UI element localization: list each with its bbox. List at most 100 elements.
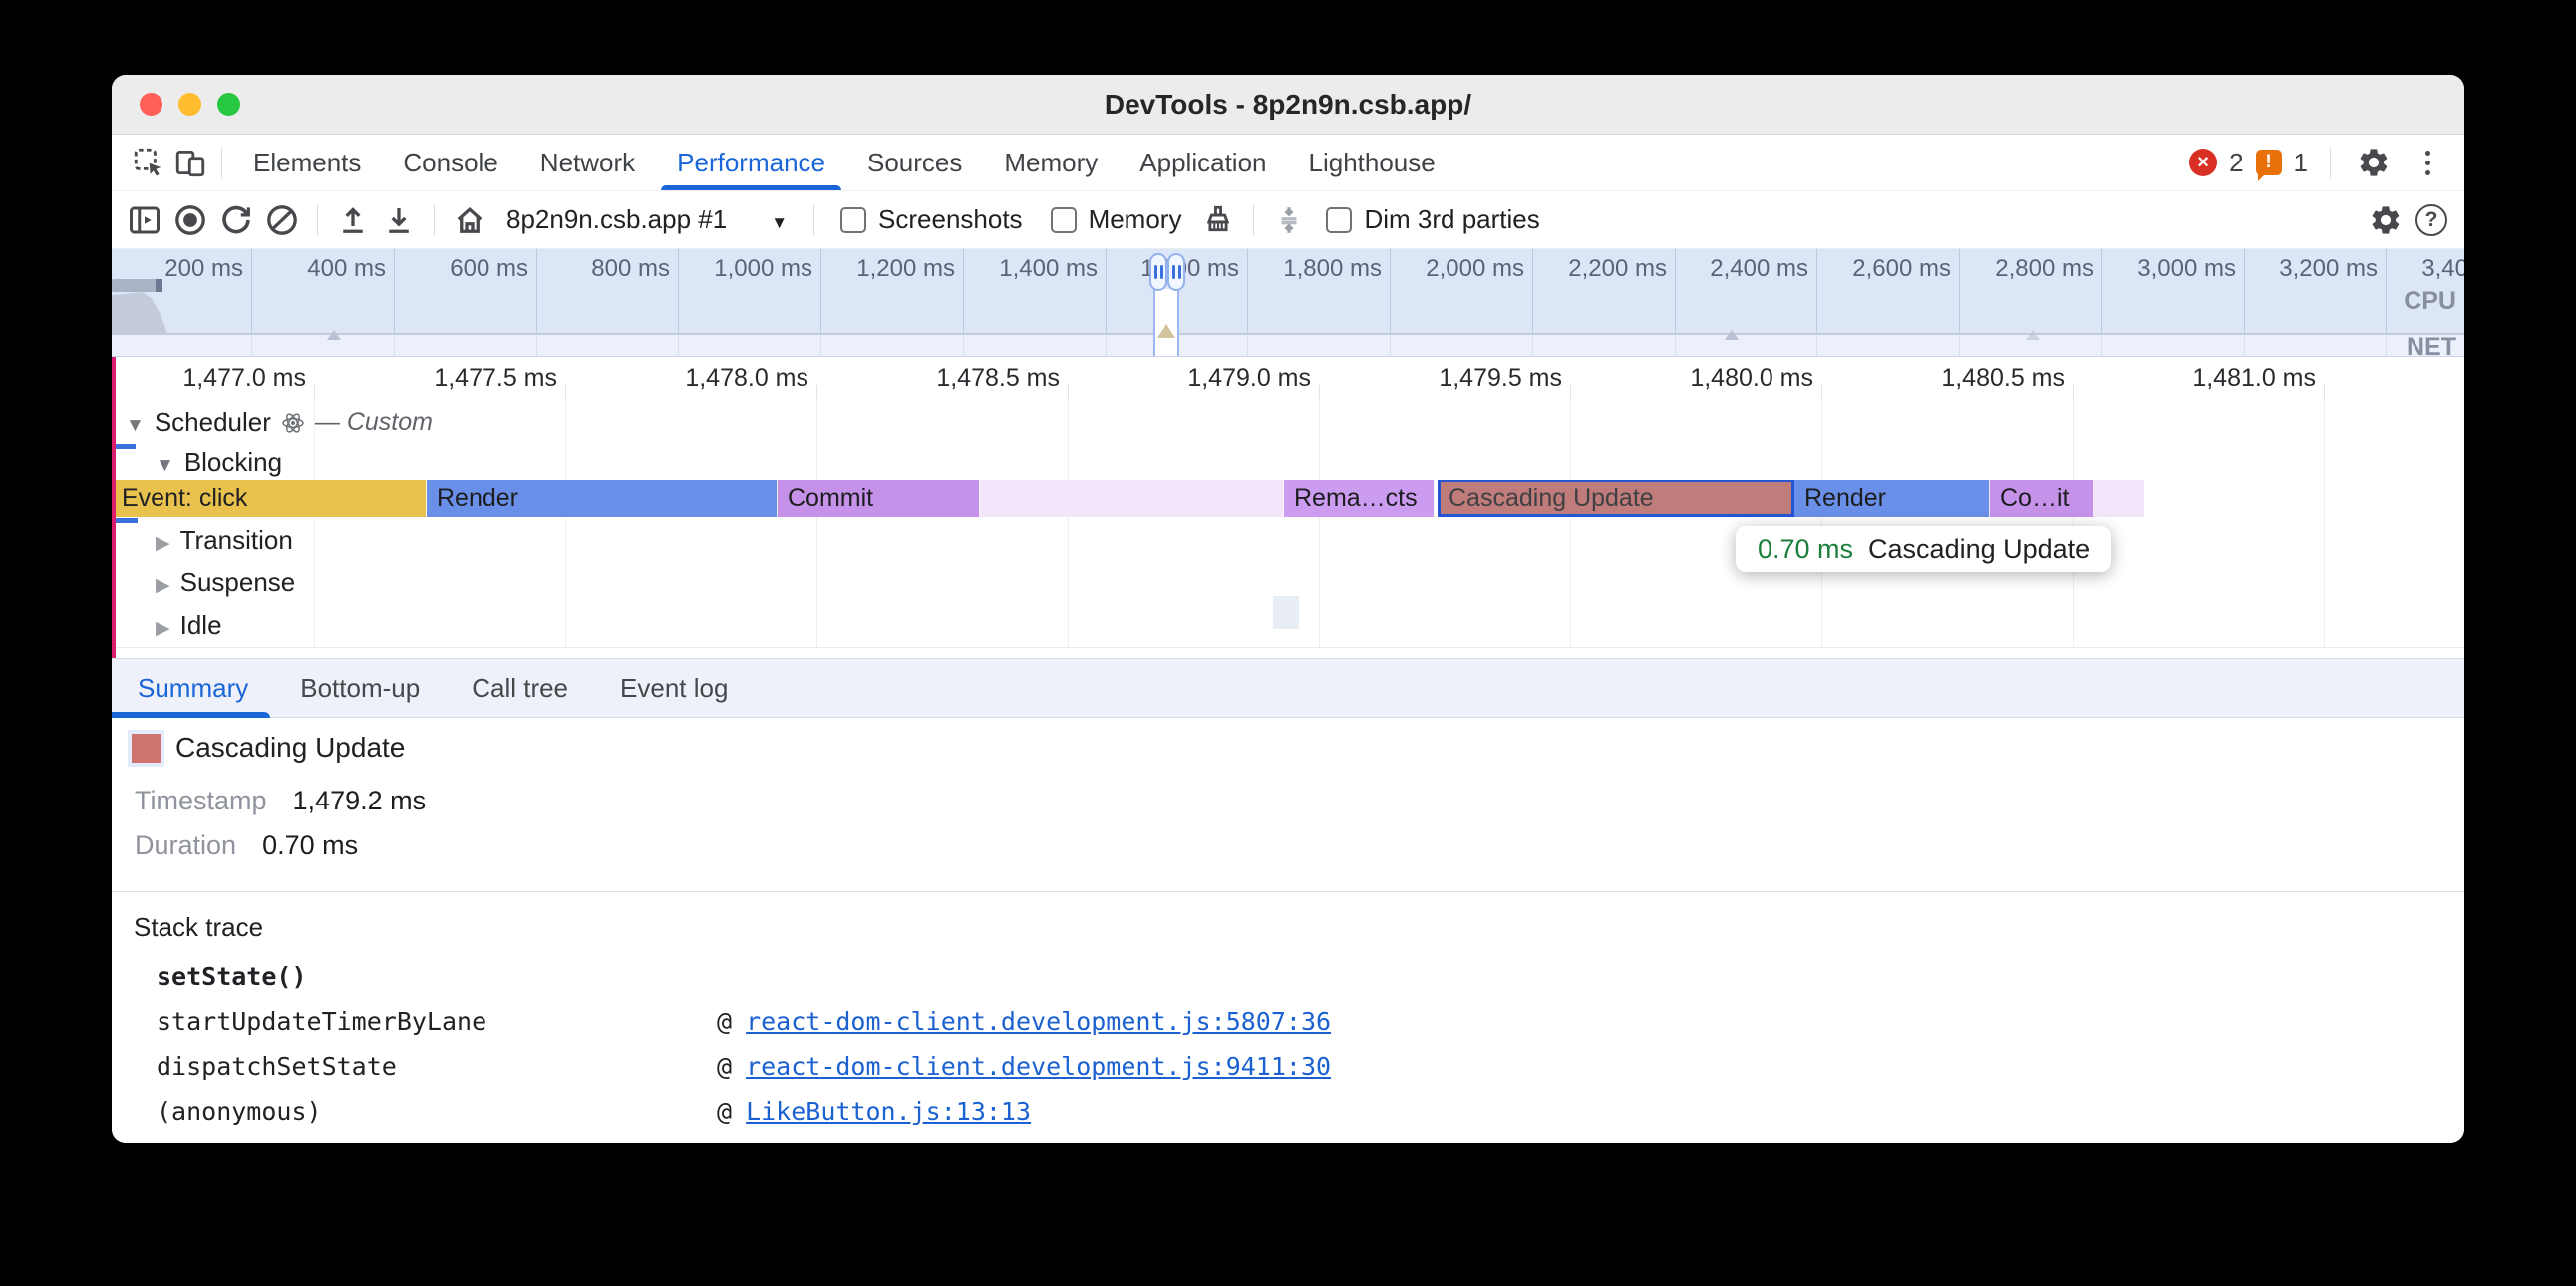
divider: [434, 204, 435, 236]
tabbar-right: × 2 ! 1: [2189, 142, 2448, 183]
memory-option: Memory: [1051, 204, 1182, 235]
flame-bar-render[interactable]: Render: [1794, 480, 1990, 517]
summary-row-value: 1,479.2 ms: [293, 786, 427, 816]
track-gridline: [1068, 399, 1069, 647]
tab-memory[interactable]: Memory: [983, 135, 1119, 190]
flame-chart[interactable]: Scheduler — Custom Blocking Event: click…: [112, 399, 2464, 658]
panel-toggle-icon: [127, 202, 162, 238]
tab-lighthouse[interactable]: Lighthouse: [1288, 135, 1456, 190]
stack-frame-source-link[interactable]: react-dom-client.development.js:9411:30: [746, 1052, 1331, 1081]
screenshots-checkbox[interactable]: [840, 207, 866, 233]
track-scheduler-header[interactable]: Scheduler — Custom: [126, 407, 433, 438]
zoom-button[interactable]: [217, 93, 240, 116]
live-metrics-button[interactable]: [449, 199, 490, 241]
help-button[interactable]: [2411, 199, 2452, 241]
track-group-transition[interactable]: Transition: [156, 525, 293, 556]
stack-frame-source-link[interactable]: react-dom-client.development.js:5807:36: [746, 1007, 1331, 1036]
error-count[interactable]: 2: [2229, 148, 2243, 178]
selection-right-handle[interactable]: [1167, 253, 1185, 291]
chevron-down-icon: [771, 204, 788, 235]
chevron-expanded-icon[interactable]: [156, 447, 174, 478]
panel-tab-call-tree[interactable]: Call tree: [446, 659, 594, 717]
overview-tick-label: 3,400 ms: [2321, 255, 2464, 283]
track-gridline: [1821, 399, 1822, 647]
device-toolbar-icon: [173, 146, 207, 179]
tab-network[interactable]: Network: [519, 135, 656, 190]
error-badge-icon[interactable]: ×: [2189, 149, 2217, 176]
chevron-collapsed-icon[interactable]: [156, 567, 170, 598]
collapse-sections-button[interactable]: [1268, 199, 1310, 241]
inspect-element-button[interactable]: [128, 142, 169, 183]
tab-performance[interactable]: Performance: [656, 135, 846, 190]
ruler-gridline: [1570, 385, 1571, 399]
dim-3rd-parties-checkbox[interactable]: [1326, 207, 1352, 233]
flame-bar-rema-cts[interactable]: Rema…cts: [1284, 480, 1435, 517]
memory-checkbox[interactable]: [1051, 207, 1077, 233]
panel-tab-summary[interactable]: Summary: [112, 659, 274, 717]
gear-icon: [2369, 203, 2403, 237]
save-profile-button[interactable]: [378, 199, 420, 241]
track-group-idle[interactable]: Idle: [156, 610, 222, 641]
timeline-overview[interactable]: 200 ms400 ms600 ms800 ms1,000 ms1,200 ms…: [112, 249, 2464, 357]
track-group-suspense[interactable]: Suspense: [156, 567, 295, 598]
settings-button[interactable]: [2353, 142, 2395, 183]
garbage-collect-button[interactable]: [1197, 199, 1239, 241]
three-dot-menu-icon: [2421, 147, 2434, 179]
at-symbol: @: [717, 1007, 732, 1036]
scroll-artifact: [1273, 596, 1299, 629]
panel-tab-event-log[interactable]: Event log: [594, 659, 754, 717]
timeline-ruler[interactable]: 1,477.0 ms1,477.5 ms1,478.0 ms1,478.5 ms…: [112, 357, 2464, 399]
selection-left-handle[interactable]: [1149, 253, 1167, 291]
reload-record-button[interactable]: [215, 199, 257, 241]
stack-frame-source-link[interactable]: LikeButton.js:13:13: [746, 1097, 1031, 1125]
devtools-window: DevTools - 8p2n9n.csb.app/ ElementsConso…: [112, 75, 2464, 1143]
issues-count[interactable]: 1: [2294, 148, 2308, 178]
flame-bar-cascading-update[interactable]: Cascading Update: [1438, 480, 1794, 517]
chevron-expanded-icon[interactable]: [126, 407, 145, 438]
device-toolbar-button[interactable]: [169, 142, 211, 183]
stack-trace-panel: Stack trace setState()startUpdateTimerBy…: [112, 892, 2464, 1143]
ruler-tick-label: 1,478.5 ms: [860, 364, 1060, 393]
more-options-button[interactable]: [2407, 142, 2448, 183]
traffic-lights: [140, 75, 240, 134]
flame-bar-event-click[interactable]: Event: click: [112, 480, 427, 517]
tooltip-duration: 0.70 ms: [1758, 534, 1853, 565]
upload-icon: [335, 202, 371, 238]
dock-panel-button[interactable]: [124, 199, 165, 241]
ruler-tick-label: 1,479.0 ms: [1112, 364, 1311, 393]
ruler-gridline: [1821, 385, 1822, 399]
tab-application[interactable]: Application: [1119, 135, 1287, 190]
cpu-activity-bump: [327, 323, 341, 340]
record-button[interactable]: [169, 199, 211, 241]
flame-bar-render[interactable]: Render: [427, 480, 778, 517]
tab-console[interactable]: Console: [382, 135, 518, 190]
load-profile-button[interactable]: [332, 199, 374, 241]
reload-icon: [218, 202, 254, 238]
summary-panel: Cascading Update Timestamp1,479.2 msDura…: [112, 718, 2464, 892]
ruler-gridline: [816, 385, 817, 399]
screenshots-label: Screenshots: [878, 204, 1023, 235]
chevron-collapsed-icon[interactable]: [156, 525, 170, 556]
main-tabs: ElementsConsoleNetworkPerformanceSources…: [232, 135, 1456, 190]
stack-frame-dispatchsetstate: dispatchSetState@react-dom-client.develo…: [157, 1052, 2424, 1081]
tab-sources[interactable]: Sources: [846, 135, 983, 190]
minimize-button[interactable]: [178, 93, 201, 116]
flame-bar-span[interactable]: [2093, 480, 2145, 517]
capture-settings-button[interactable]: [2365, 199, 2407, 241]
at-symbol: @: [717, 1052, 732, 1081]
flame-bar-co-it[interactable]: Co…it: [1990, 480, 2093, 517]
ruler-gridline: [2324, 385, 2325, 399]
issues-badge-icon[interactable]: !: [2256, 150, 2282, 175]
flame-bar-commit[interactable]: Commit: [778, 480, 980, 517]
panel-tab-bottom-up[interactable]: Bottom-up: [274, 659, 446, 717]
tab-elements[interactable]: Elements: [232, 135, 382, 190]
chevron-collapsed-icon[interactable]: [156, 610, 170, 641]
clear-button[interactable]: [261, 199, 303, 241]
home-icon: [452, 202, 487, 238]
track-group-label: Suspense: [180, 567, 296, 598]
history-select[interactable]: 8p2n9n.csb.app #1: [494, 204, 800, 235]
track-group-blocking[interactable]: Blocking: [156, 447, 282, 478]
flame-bar-span[interactable]: [980, 480, 1284, 517]
close-button[interactable]: [140, 93, 162, 116]
divider: [317, 204, 318, 236]
